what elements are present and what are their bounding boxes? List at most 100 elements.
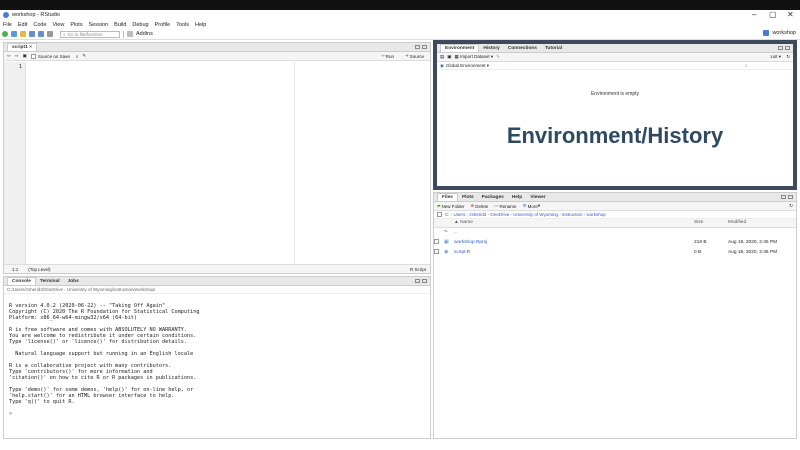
new-folder-icon: ▰ [437, 203, 441, 208]
column-size[interactable]: Size [694, 219, 728, 227]
pane-controls[interactable] [415, 45, 427, 49]
window-title: workshop - RStudio [12, 12, 60, 18]
file-name-link[interactable]: workshop.Rproj [454, 237, 694, 247]
delete-button[interactable]: ⊗ Delete [470, 203, 488, 209]
close-icon[interactable]: ✕ [787, 10, 794, 19]
row-checkbox[interactable] [434, 248, 439, 254]
source-on-save-checkbox[interactable] [30, 53, 36, 59]
menu-help[interactable]: Help [195, 22, 206, 28]
print-icon[interactable] [47, 31, 53, 37]
tab-terminal[interactable]: Terminal [36, 278, 64, 285]
breadcrumb-item[interactable]: workshop [587, 212, 606, 217]
tab-help[interactable]: Help [508, 194, 526, 201]
save-all-icon[interactable] [38, 31, 44, 37]
scope-selector[interactable]: (Top Level) [28, 267, 50, 272]
menu-plots[interactable]: Plots [70, 22, 82, 28]
tab-environment[interactable]: Environment [440, 44, 480, 52]
table-header: ▲ Name Size Modified [434, 219, 796, 227]
grid-icon[interactable] [127, 31, 133, 37]
breadcrumb-item[interactable]: instruction [562, 212, 583, 217]
pane-controls[interactable] [415, 279, 427, 283]
parent-dir-link[interactable]: .. [454, 227, 694, 237]
menu-session[interactable]: Session [89, 22, 109, 28]
rename-button[interactable]: ▭ Rename [494, 203, 516, 209]
row-checkbox[interactable] [434, 238, 439, 244]
open-folder-icon[interactable] [20, 31, 26, 37]
tab-tutorial[interactable]: Tutorial [541, 45, 566, 52]
broom-icon[interactable]: ✎ [496, 54, 500, 60]
toolbar-divider [123, 30, 124, 38]
run-button[interactable]: ⇒ Run [381, 53, 394, 59]
code-editor[interactable]: 1 [4, 62, 430, 264]
gear-icon: ⚙ [522, 203, 527, 208]
global-env-selector[interactable]: Global Environment ▾ [446, 63, 489, 69]
tab-history[interactable]: History [479, 45, 504, 52]
load-workspace-icon[interactable]: ▤ [440, 54, 444, 60]
addins-button[interactable]: Addins [136, 31, 153, 37]
menu-edit[interactable]: Edit [18, 22, 27, 28]
menu-build[interactable]: Build [114, 22, 126, 28]
environment-empty-message: Environment is empty [590, 91, 640, 97]
tab-console[interactable]: Console [7, 277, 36, 285]
menu-file[interactable]: File [3, 22, 12, 28]
maximize-icon[interactable]: ▢ [769, 10, 777, 19]
save-icon[interactable]: ▣ [23, 53, 27, 59]
import-dataset-button[interactable]: ▦ Import Dataset ▾ [455, 54, 494, 60]
table-row[interactable]: ◉ script.R 0 B Aug 19, 2020, 2:46 PM [434, 247, 796, 257]
breadcrumb-item[interactable]: zsherid3 [469, 212, 486, 217]
breadcrumb-item[interactable]: Users [454, 212, 466, 217]
menu-view[interactable]: View [53, 22, 65, 28]
file-modified: Aug 19, 2020, 2:45 PM [728, 239, 778, 245]
tab-packages[interactable]: Packages [478, 194, 508, 201]
column-modified[interactable]: Modified [728, 219, 796, 227]
pane-controls[interactable] [781, 195, 793, 199]
breadcrumb-item[interactable]: OneDrive - University of Wyoming [490, 212, 558, 217]
more-button[interactable]: ⚙ More ▾ [523, 203, 541, 209]
select-all-checkbox[interactable] [437, 212, 442, 217]
file-name-link[interactable]: script.R [454, 247, 694, 257]
pane-controls[interactable] [778, 46, 790, 50]
minimize-icon[interactable]: – [752, 10, 756, 19]
source-on-save-label: Source on Save [37, 53, 70, 59]
console-prompt[interactable]: > [9, 411, 430, 417]
table-icon: ▦ [454, 54, 459, 59]
wand-icon[interactable]: ✎ [82, 53, 86, 59]
search-icon[interactable]: ⌕ [745, 63, 748, 68]
refresh-icon[interactable]: ↻ [786, 54, 790, 60]
tab-plots[interactable]: Plots [458, 194, 478, 201]
forward-arrow-icon[interactable]: ⇨ [15, 53, 19, 59]
files-pane: Files Plots Packages Help Viewer ▰ New F… [433, 192, 797, 439]
tab-script1[interactable]: script1 × [7, 43, 37, 51]
files-tabstrip: Files Plots Packages Help Viewer [434, 193, 796, 202]
menu-code[interactable]: Code [33, 22, 46, 28]
menu-debug[interactable]: Debug [132, 22, 148, 28]
search-icon[interactable]: ⌕ [76, 54, 79, 59]
goto-file-input[interactable]: ⌕ Go to file/function [60, 30, 120, 38]
save-icon[interactable] [29, 31, 35, 37]
filetype-selector[interactable]: R Script [410, 267, 426, 272]
menu-profile[interactable]: Profile [155, 22, 171, 28]
new-file-icon[interactable] [2, 31, 8, 37]
tab-jobs[interactable]: Jobs [64, 278, 83, 285]
column-name[interactable]: ▲ Name [454, 219, 694, 227]
r-script-file-icon: ◉ [444, 249, 449, 255]
new-folder-button[interactable]: ▰ New Folder [437, 203, 464, 209]
source-button[interactable]: ➜ Source [405, 53, 424, 59]
console-output[interactable]: R version 4.0.2 (2020-06-22) -- "Taking … [4, 294, 430, 429]
console-tabstrip: Console Terminal Jobs [4, 277, 430, 286]
project-menu[interactable]: workshop [763, 30, 796, 36]
list-view-selector[interactable]: List ▾ [770, 54, 781, 60]
back-arrow-icon[interactable]: ⇦ [7, 53, 11, 59]
new-project-icon[interactable] [11, 31, 17, 37]
tab-connections[interactable]: Connections [504, 45, 541, 52]
project-icon [763, 30, 770, 36]
save-workspace-icon[interactable]: ▣ [447, 54, 451, 60]
screen-top-bar [0, 0, 800, 10]
tab-files[interactable]: Files [437, 193, 458, 201]
refresh-icon[interactable]: ↻ [789, 203, 793, 209]
source-pane: script1 × ⇦ ⇨ ▣ Source on Save ⌕ ✎ ⇒ Run… [3, 42, 431, 274]
tab-viewer[interactable]: Viewer [526, 194, 549, 201]
menu-tools[interactable]: Tools [176, 22, 189, 28]
table-row[interactable]: ▣ workshop.Rproj 218 B Aug 19, 2020, 2:4… [434, 237, 796, 247]
table-row-parent[interactable]: ⬑ .. [434, 227, 796, 237]
